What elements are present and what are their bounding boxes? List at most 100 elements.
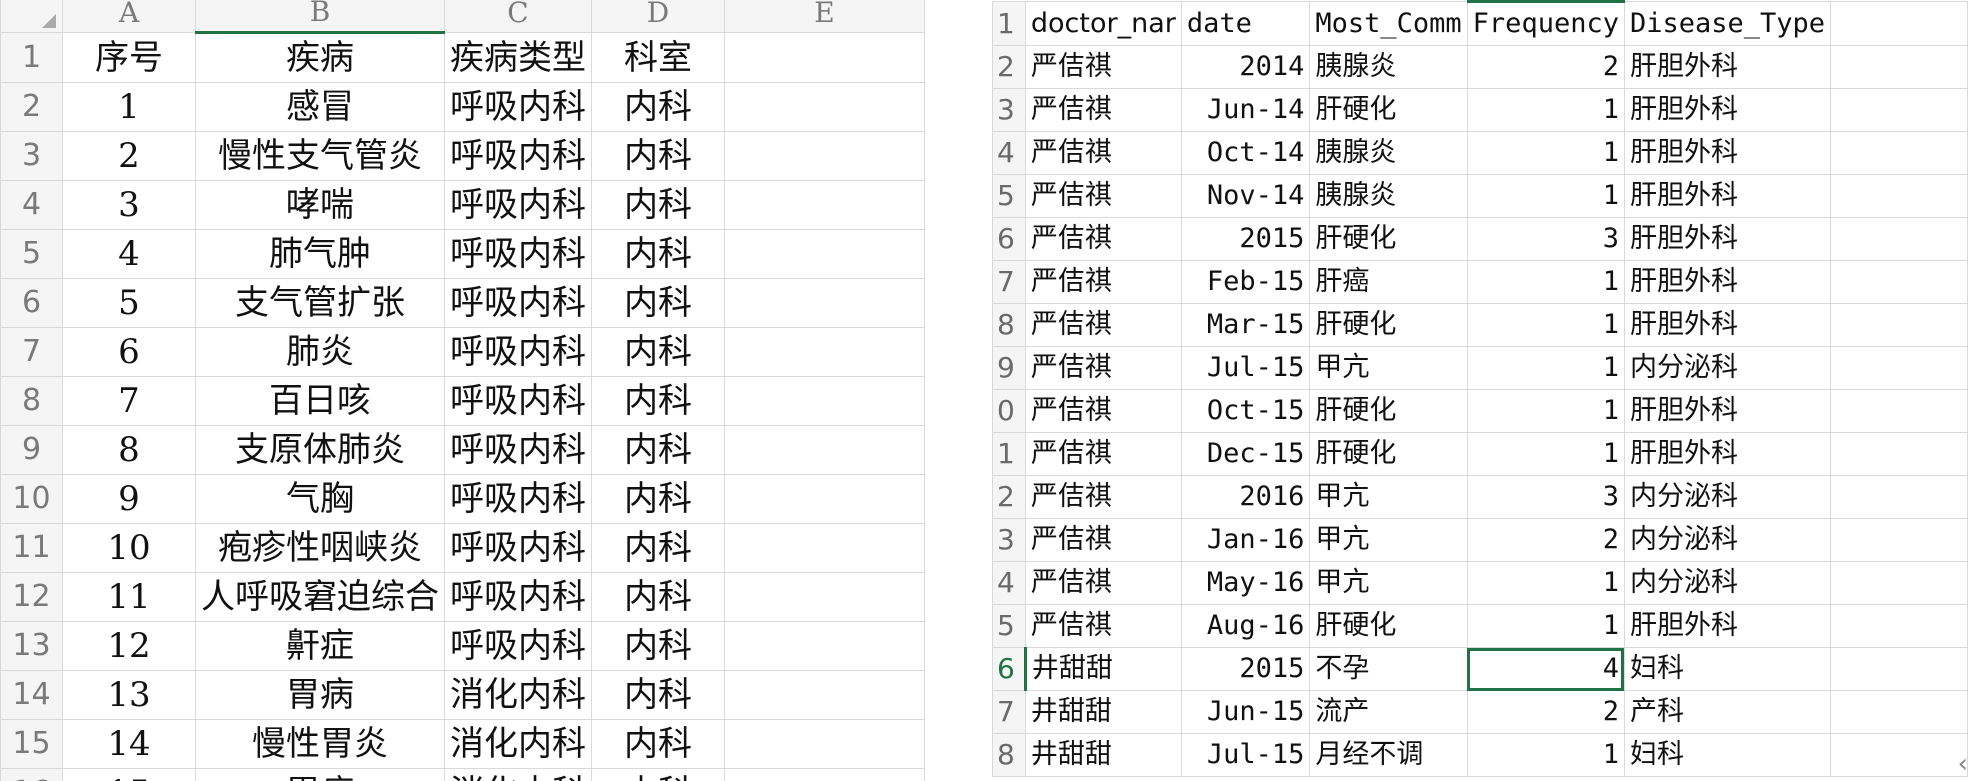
cell-doctor-name[interactable]: 井甜甜: [1024, 733, 1182, 777]
cell-disease[interactable]: 人呼吸窘迫综合: [195, 572, 445, 622]
cell-frequency[interactable]: 1: [1466, 432, 1625, 476]
cell-empty[interactable]: [1830, 346, 1968, 390]
cell-date[interactable]: Feb-15: [1180, 260, 1311, 304]
cell-date[interactable]: Jun-15: [1180, 690, 1311, 734]
cell-id[interactable]: 3: [62, 180, 196, 230]
cell-id[interactable]: 序号: [62, 32, 196, 83]
cell-empty[interactable]: [1830, 45, 1968, 89]
column-header-b[interactable]: B: [195, 0, 445, 34]
cell-frequency[interactable]: 2: [1466, 518, 1625, 562]
cell-disease-type[interactable]: 肝胆外科: [1623, 174, 1832, 218]
row-header[interactable]: 3: [0, 131, 63, 181]
cell-department[interactable]: 内科: [591, 670, 725, 720]
cell-disease-type[interactable]: 消化内科: [444, 670, 592, 720]
cell-empty[interactable]: [724, 474, 925, 524]
cell-empty[interactable]: [724, 327, 925, 377]
cell-id[interactable]: 4: [62, 229, 196, 279]
cell-department[interactable]: 内科: [591, 719, 725, 769]
row-header[interactable]: 2: [0, 82, 63, 132]
cell-empty[interactable]: [724, 82, 925, 132]
cell-disease-type[interactable]: 呼吸内科: [444, 621, 592, 671]
cell-doctor-name[interactable]: 井甜甜: [1024, 647, 1182, 691]
chevron-left-icon[interactable]: ‹: [1958, 749, 1968, 779]
cell-id[interactable]: 1: [62, 82, 196, 132]
cell-most-common[interactable]: 甲亢: [1309, 518, 1468, 562]
row-header[interactable]: 8: [992, 303, 1026, 347]
cell-date[interactable]: Oct-14: [1180, 131, 1311, 175]
cell-doctor-name[interactable]: 严佶祺: [1024, 475, 1182, 519]
cell-frequency[interactable]: 1: [1466, 604, 1625, 648]
column-header-e[interactable]: E: [724, 0, 925, 33]
cell-doctor-name[interactable]: 严佶祺: [1024, 174, 1182, 218]
cell-disease[interactable]: 肺气肿: [195, 229, 445, 279]
cell-department[interactable]: 内科: [591, 327, 725, 377]
cell-doctor-name[interactable]: 严佶祺: [1024, 389, 1182, 433]
row-header[interactable]: 5: [992, 174, 1026, 218]
cell-frequency[interactable]: 1: [1466, 346, 1625, 390]
cell-date[interactable]: Jan-16: [1180, 518, 1311, 562]
cell-department[interactable]: 内科: [591, 131, 725, 181]
cell-most-common[interactable]: 肝硬化: [1309, 432, 1468, 476]
cell-empty[interactable]: [1830, 131, 1968, 175]
cell-most-common[interactable]: 不孕: [1309, 647, 1468, 691]
cell-disease-type[interactable]: 呼吸内科: [444, 278, 592, 328]
cell-empty[interactable]: [724, 278, 925, 328]
cell-most-common[interactable]: 肝硬化: [1309, 88, 1468, 132]
cell-disease[interactable]: 鼾症: [195, 621, 445, 671]
cell-disease-type[interactable]: 呼吸内科: [444, 572, 592, 622]
row-header[interactable]: 5: [0, 229, 63, 279]
cell-empty[interactable]: [1830, 518, 1968, 562]
cell-disease[interactable]: 感冒: [195, 82, 445, 132]
cell-date[interactable]: Jul-15: [1180, 346, 1311, 390]
cell-id[interactable]: 8: [62, 425, 196, 475]
cell-empty[interactable]: [724, 572, 925, 622]
cell-disease[interactable]: 百日咳: [195, 376, 445, 426]
cell-disease-type[interactable]: 呼吸内科: [444, 131, 592, 181]
cell-disease-type[interactable]: 妇科: [1623, 733, 1832, 777]
cell-frequency[interactable]: 1: [1466, 561, 1625, 605]
cell-most-common[interactable]: 甲亢: [1309, 346, 1468, 390]
row-header[interactable]: 13: [0, 621, 63, 671]
cell-date[interactable]: 2015: [1180, 217, 1311, 261]
row-header[interactable]: 12: [0, 572, 63, 622]
cell-disease-type[interactable]: 内分泌科: [1623, 475, 1832, 519]
cell-disease-type[interactable]: 内分泌科: [1623, 346, 1832, 390]
cell-frequency[interactable]: 1: [1466, 260, 1625, 304]
cell-department[interactable]: 内科: [591, 768, 725, 781]
cell-empty[interactable]: [1830, 174, 1968, 218]
cell-most-common[interactable]: 甲亢: [1309, 475, 1468, 519]
cell-disease-type[interactable]: 肝胆外科: [1623, 217, 1832, 261]
cell-id[interactable]: 13: [62, 670, 196, 720]
cell-disease[interactable]: 肺炎: [195, 327, 445, 377]
cell-empty[interactable]: [724, 229, 925, 279]
cell-disease-type[interactable]: 产科: [1623, 690, 1832, 734]
cell-empty[interactable]: [1830, 88, 1968, 132]
cell-empty[interactable]: [724, 523, 925, 573]
cell-frequency[interactable]: 1: [1466, 389, 1625, 433]
row-header[interactable]: 1: [0, 32, 63, 83]
header-frequency[interactable]: Frequency: [1466, 0, 1625, 46]
cell-empty[interactable]: [724, 719, 925, 769]
row-header[interactable]: 11: [0, 523, 63, 573]
row-header[interactable]: 4: [0, 180, 63, 230]
cell-empty[interactable]: [724, 768, 925, 781]
row-header[interactable]: 7: [992, 260, 1026, 304]
cell-doctor-name[interactable]: 严佶祺: [1024, 303, 1182, 347]
row-header[interactable]: 9: [0, 425, 63, 475]
cell-frequency[interactable]: 1: [1466, 131, 1625, 175]
row-header[interactable]: 6: [0, 278, 63, 328]
cell-doctor-name[interactable]: 严佶祺: [1024, 561, 1182, 605]
cell-disease-type[interactable]: 内分泌科: [1623, 561, 1832, 605]
cell-id[interactable]: 11: [62, 572, 196, 622]
cell-date[interactable]: Mar-15: [1180, 303, 1311, 347]
cell-frequency[interactable]: 3: [1466, 475, 1625, 519]
cell-date[interactable]: Jun-14: [1180, 88, 1311, 132]
cell-disease-type[interactable]: 消化内科: [444, 768, 592, 781]
cell-doctor-name[interactable]: 严佶祺: [1024, 432, 1182, 476]
cell-disease-type[interactable]: 呼吸内科: [444, 474, 592, 524]
cell-empty[interactable]: [1830, 690, 1968, 734]
cell-date[interactable]: Aug-16: [1180, 604, 1311, 648]
cell-empty[interactable]: [1830, 561, 1968, 605]
cell-disease-type[interactable]: 肝胆外科: [1623, 88, 1832, 132]
row-header[interactable]: 1: [992, 1, 1026, 46]
